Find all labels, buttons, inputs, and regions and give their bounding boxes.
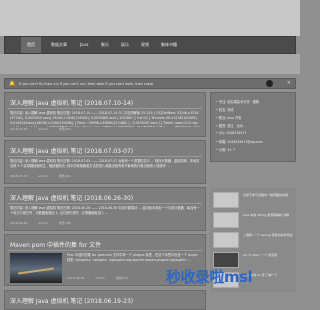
info-job: • 职业: Java 开发 [216,116,242,120]
info-name: • 姓名: 朱欣 [216,108,234,112]
post-meta: 2018-07-14 admin 浏览(32) [10,127,200,133]
content-gap [0,54,300,74]
post-author: admin [38,221,48,225]
info-focus: • 专注: 前后端技术分享 · 题教 [216,100,260,104]
post-divider [8,250,202,251]
post-title[interactable]: 深入理解 Java 虚拟机 笔记 (2018.07.10-14) [10,98,133,107]
info-hometown: • 籍贯: 浙江 · 台州 [216,124,244,128]
post-card[interactable]: 深入理解 Java 虚拟机 笔记 (2018.06.19-23) [4,290,206,310]
post-meta: 2018-07-07 admin 浏览(41) [10,174,200,180]
post-excerpt: 笔记内容: 深入理解 Java 虚拟机 笔记日期: 2018-06-26 —— … [10,206,200,215]
nav-item-books[interactable]: 聚体书籍 [155,37,183,53]
post-card[interactable]: 深入理解 Java 虚拟机 笔记 (2018.06.26-30) 笔记内容: 深… [4,187,206,231]
post-meta: 2018-06-30 admin 浏览(38) [10,221,200,227]
post-author: admin [38,127,48,131]
post-card[interactable]: 深入理解 Java 虚拟机 笔记 (2018.07.03-07) 笔记内容: 深… [4,140,206,184]
recommend-title[interactable]: Java 中的 String 类源码解析 详解 [243,213,293,218]
nav-item-home[interactable]: 首页 [21,37,41,53]
post-thumbnail[interactable] [10,253,62,283]
bell-icon: 🔔 [9,81,16,87]
post-author: admin [38,174,48,178]
post-divider [8,203,202,204]
post-divider [8,156,202,157]
nav-item-fun[interactable]: 聚乐 [95,37,115,53]
info-categories: • 分类: 13 个 [216,148,236,152]
post-views: 浏览(27) [115,276,128,280]
post-title[interactable]: 深入理解 Java 虚拟机 笔记 (2018.06.26-30) [10,193,133,202]
recommend-thumbnail[interactable] [213,232,239,248]
post-author: admin [95,276,105,280]
post-title[interactable]: 深入理解 Java 虚拟机 笔记 (2018.07.03-07) [10,146,133,155]
header-band [0,0,300,36]
post-date: 2018-06-25 [67,276,85,280]
post-excerpt: 笔记内容: 深入理解 Java 虚拟机 笔记日期: 2018-07-10 —— … [10,111,200,127]
github-icon[interactable] [266,80,273,87]
recommend-item[interactable]: Java 中的 String 类源码解析 详解 [213,212,293,228]
info-qq: • QQ: 1048316413 [216,131,247,135]
recommend-title[interactable]: 记录下学习过程中一些有趣的内容 [243,193,293,198]
watermark-text: 秒收录啦msl [166,268,253,286]
nav-item-video[interactable]: 视频 [135,37,155,53]
main-nav: 首页 数据文章 Java 聚乐 娱乐 视频 聚体书籍 [4,36,296,54]
quote-bar: 🔔 If you can't fly then run If you can't… [4,78,296,89]
post-title[interactable]: Maven pom 中插件的集 for 文件 [10,240,101,249]
post-card[interactable]: 深入理解 Java 虚拟机 笔记 (2018.07.10-14) 笔记内容: 深… [4,92,206,137]
nav-item-entertainment[interactable]: 娱乐 [115,37,135,53]
info-email: • 邮箱: 1048316413@qq.com [216,140,263,144]
recommend-title[interactable]: 二维码: 一个 Spring 项目的初步测试 [243,233,293,238]
recommend-title[interactable]: Lin Yu Kipp: 一个 的完整 [243,253,293,258]
recommend-item[interactable]: 记录下学习过程中一些有趣的内容 [213,192,293,208]
quote-text: If you can't fly then run If you can't r… [19,82,154,86]
nav-item-java[interactable]: Java [74,37,94,53]
post-divider [8,108,202,109]
post-date: 2018-06-30 [10,221,28,225]
author-info-card: • 专注: 前后端技术分享 · 题教 • 姓名: 朱欣 • 职业: Java 开… [210,92,296,162]
post-excerpt: 笔记内容: 深入理解 Java 虚拟机 笔记日期: 2018-07-03 —— … [10,159,200,168]
post-date: 2018-07-14 [10,127,28,131]
post-title[interactable]: 深入理解 Java 虚拟机 笔记 (2018.06.19-23) [10,296,133,305]
post-date: 2018-07-07 [10,174,28,178]
post-views: 浏览(41) [58,174,71,178]
post-views: 浏览(32) [58,127,71,131]
recommend-item[interactable]: 二维码: 一个 Spring 项目的初步测试 [213,232,293,248]
recommend-thumbnail[interactable] [213,212,239,228]
nav-item-articles[interactable]: 数据文章 [45,37,73,53]
recommend-thumbnail[interactable] [213,192,239,208]
post-views: 浏览(38) [58,221,71,225]
close-icon[interactable]: × [287,80,291,87]
